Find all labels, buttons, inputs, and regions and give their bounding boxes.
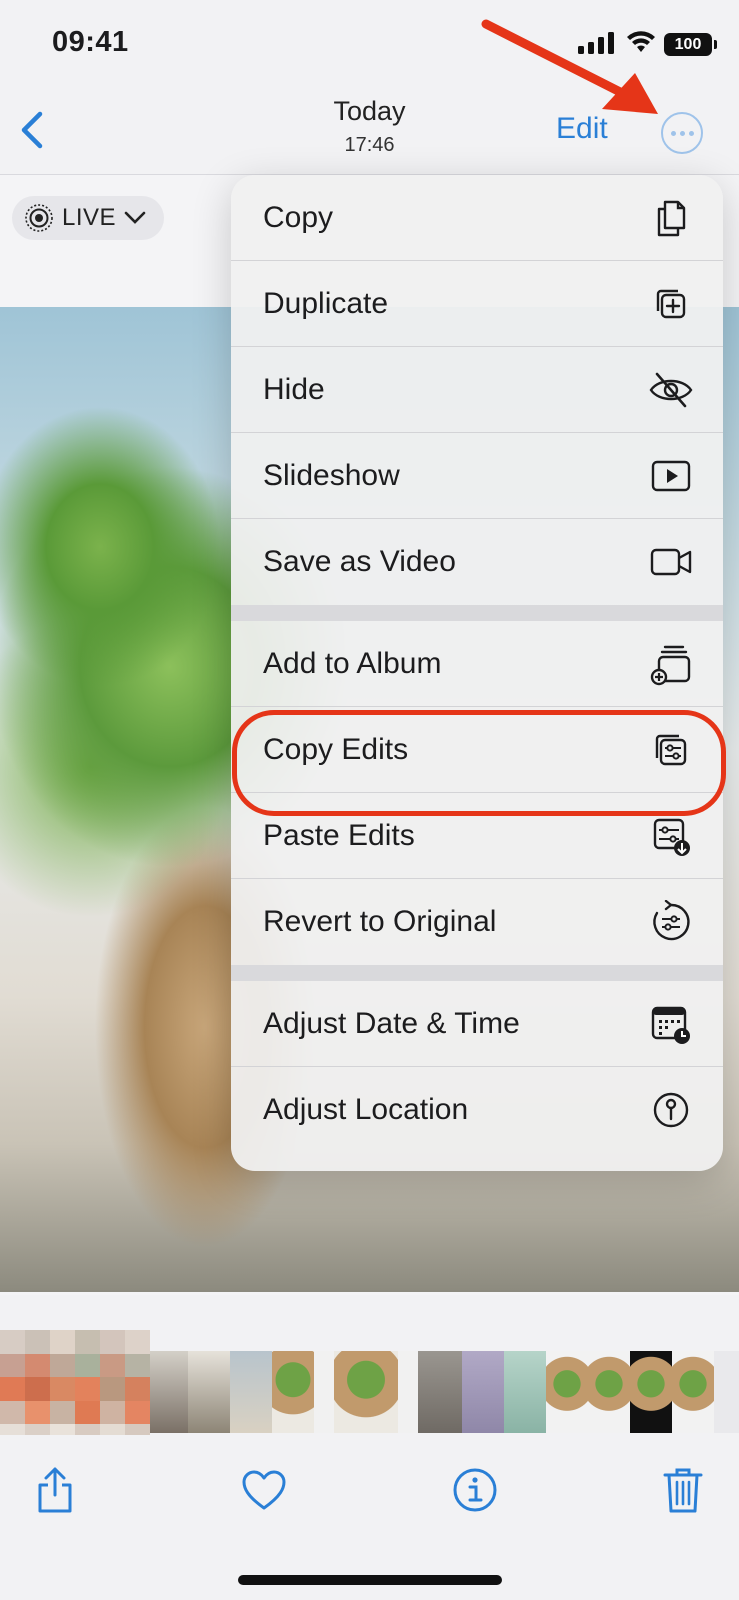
pixelated-thumbnail (0, 1330, 150, 1448)
menu-item-label: Copy (263, 201, 334, 234)
paste-edits-icon (653, 818, 690, 856)
dot (688, 130, 694, 136)
trash-icon (663, 1468, 703, 1513)
thumbnail[interactable] (150, 1351, 188, 1433)
menu-group-separator (231, 965, 723, 981)
menu-item-hide[interactable]: Hide (231, 347, 723, 433)
context-menu: Copy Duplicate Hide Slideshow Save as Vi… (231, 175, 723, 1171)
thumbnail[interactable] (588, 1351, 630, 1433)
menu-group-separator (231, 605, 723, 621)
thumbnail[interactable] (188, 1351, 230, 1433)
menu-item-label: Adjust Location (263, 1093, 469, 1126)
menu-item-copy[interactable]: Copy (231, 175, 723, 261)
dot (670, 130, 676, 136)
play-rectangle-icon (651, 460, 691, 492)
favorite-button[interactable] (239, 1465, 289, 1515)
menu-item-label: Hide (263, 373, 325, 406)
thumbnail[interactable] (714, 1351, 739, 1433)
status-time: 09:41 (52, 26, 129, 58)
thumbnail[interactable] (462, 1351, 504, 1433)
chevron-down-icon (124, 211, 146, 224)
nav-subtitle: 17:46 (344, 134, 395, 156)
home-indicator[interactable] (238, 1575, 502, 1585)
menu-item-label: Add to Album (263, 647, 442, 680)
dot (679, 130, 685, 136)
menu-item-duplicate[interactable]: Duplicate (231, 261, 723, 347)
menu-item-add-to-album[interactable]: Add to Album (231, 621, 723, 707)
menu-item-label: Adjust Date & Time (263, 1007, 520, 1040)
revert-icon (653, 900, 690, 941)
eye-slash-icon (649, 372, 693, 408)
annotation-arrow-icon (481, 19, 658, 114)
menu-item-label: Slideshow (263, 459, 400, 492)
thumbnail[interactable] (546, 1351, 588, 1433)
copy-icon (657, 200, 686, 237)
video-icon (650, 548, 692, 576)
thumbnail[interactable] (272, 1351, 314, 1433)
menu-item-label: Duplicate (263, 287, 389, 320)
thumbnail[interactable] (334, 1351, 398, 1433)
info-button[interactable] (450, 1465, 500, 1515)
menu-item-adjust-location[interactable]: Adjust Location (231, 1067, 723, 1153)
menu-item-label: Revert to Original (263, 905, 497, 938)
more-options-button[interactable] (661, 112, 703, 154)
duplicate-icon (656, 289, 686, 319)
live-label: LIVE (62, 204, 117, 231)
thumbnail[interactable] (630, 1351, 672, 1433)
thumbnail[interactable] (672, 1351, 714, 1433)
calendar-clock-icon (651, 1006, 690, 1044)
live-photo-toggle[interactable]: LIVE (12, 196, 164, 240)
info-icon (453, 1468, 497, 1512)
thumbnail[interactable] (230, 1351, 272, 1433)
menu-item-adjust-date-time[interactable]: Adjust Date & Time (231, 981, 723, 1067)
thumbnail[interactable] (398, 1351, 418, 1433)
menu-item-label: Save as Video (263, 545, 456, 578)
thumbnail[interactable] (418, 1351, 462, 1433)
share-button[interactable] (30, 1465, 80, 1515)
live-photo-icon (25, 204, 53, 232)
thumbnail[interactable] (314, 1351, 334, 1433)
location-pin-icon (653, 1092, 689, 1128)
menu-item-revert-to-original[interactable]: Revert to Original (231, 879, 723, 965)
delete-button[interactable] (658, 1465, 708, 1515)
thumbnail[interactable] (504, 1351, 546, 1433)
add-to-album-icon (650, 645, 691, 686)
share-icon (38, 1467, 72, 1513)
menu-item-slideshow[interactable]: Slideshow (231, 433, 723, 519)
annotation-highlight-ring (232, 710, 726, 816)
heart-icon (242, 1470, 286, 1510)
menu-item-save-as-video[interactable]: Save as Video (231, 519, 723, 605)
